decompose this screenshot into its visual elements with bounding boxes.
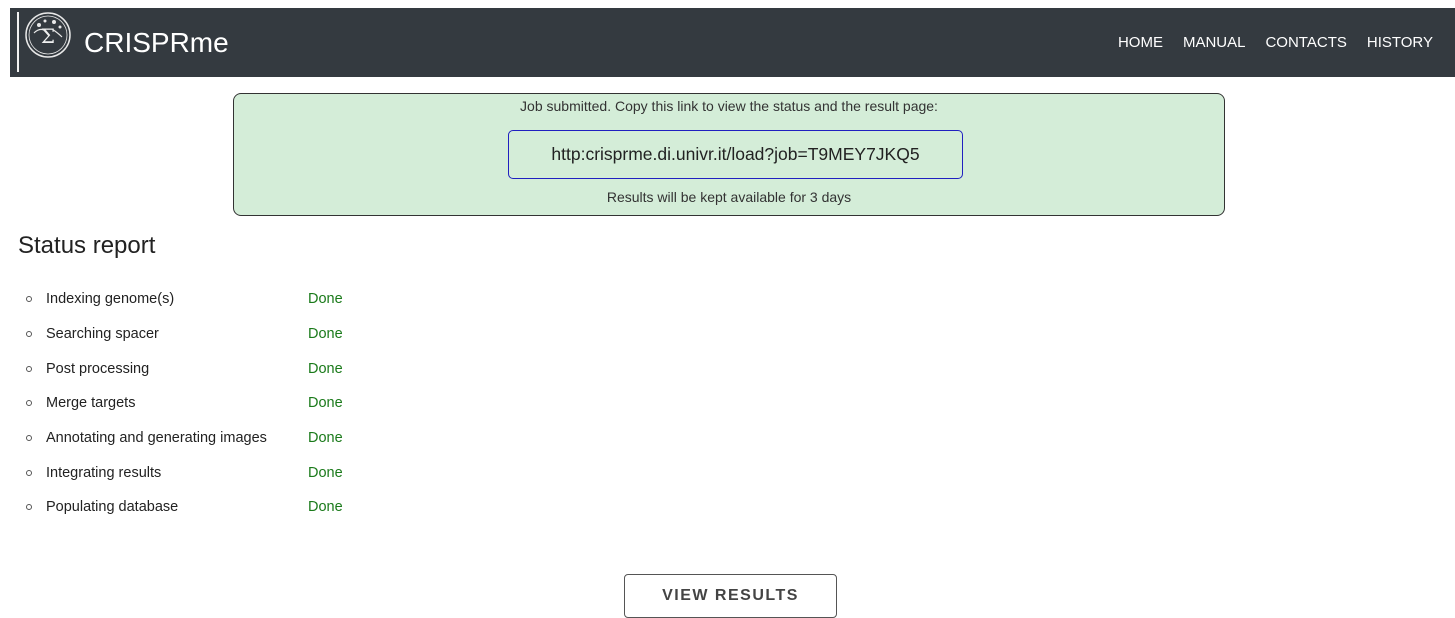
nav-home[interactable]: HOME bbox=[1118, 34, 1163, 51]
step-status: Done bbox=[308, 464, 343, 481]
navbar: Σ CRISPRme HOME MANUAL CONTACTS HISTORY bbox=[10, 8, 1455, 77]
bullet-icon bbox=[26, 435, 32, 442]
bullet-icon bbox=[26, 365, 32, 372]
job-submitted-text: Job submitted. Copy this link to view th… bbox=[520, 98, 938, 114]
bullet-icon bbox=[26, 504, 32, 511]
brand-title[interactable]: CRISPRme bbox=[84, 20, 229, 66]
step-status: Done bbox=[308, 395, 343, 412]
step-label: Indexing genome(s) bbox=[46, 291, 175, 308]
status-step-post-processing: Post processing Done bbox=[20, 351, 343, 386]
nav-contacts[interactable]: CONTACTS bbox=[1265, 34, 1346, 51]
step-label: Post processing bbox=[46, 360, 150, 377]
step-status: Done bbox=[308, 430, 343, 447]
status-step-annotating: Annotating and generating images Done bbox=[20, 421, 343, 456]
status-step-integrating: Integrating results Done bbox=[20, 455, 343, 490]
step-status: Done bbox=[308, 326, 343, 343]
status-report-title: Status report bbox=[18, 232, 156, 259]
nav-manual[interactable]: MANUAL bbox=[1183, 34, 1246, 51]
bullet-icon bbox=[26, 469, 32, 476]
status-list: Indexing genome(s) Done Searching spacer… bbox=[20, 282, 343, 525]
nav-history[interactable]: HISTORY bbox=[1367, 34, 1433, 51]
bullet-icon bbox=[26, 296, 32, 303]
status-step-searching: Searching spacer Done bbox=[20, 317, 343, 352]
job-link[interactable]: http:crisprme.di.univr.it/load?job=T9MEY… bbox=[508, 130, 963, 179]
status-step-populating: Populating database Done bbox=[20, 490, 343, 525]
step-label: Annotating and generating images bbox=[46, 430, 267, 447]
svg-text:Σ: Σ bbox=[41, 24, 55, 48]
step-status: Done bbox=[308, 499, 343, 516]
step-label: Integrating results bbox=[46, 464, 162, 481]
crisprme-logo-icon[interactable]: Σ bbox=[24, 11, 72, 59]
retention-text: Results will be kept available for 3 day… bbox=[606, 189, 852, 205]
step-label: Merge targets bbox=[46, 395, 136, 412]
job-submitted-panel: Job submitted. Copy this link to view th… bbox=[233, 93, 1225, 216]
nav-links: HOME MANUAL CONTACTS HISTORY bbox=[1098, 8, 1455, 77]
bullet-icon bbox=[26, 331, 32, 338]
step-label: Populating database bbox=[46, 499, 179, 516]
step-status: Done bbox=[308, 291, 343, 308]
status-step-merge: Merge targets Done bbox=[20, 386, 343, 421]
status-step-indexing: Indexing genome(s) Done bbox=[20, 282, 343, 317]
view-results-button[interactable]: VIEW RESULTS bbox=[624, 574, 837, 618]
logo-divider bbox=[17, 12, 19, 72]
bullet-icon bbox=[26, 400, 32, 407]
step-label: Searching spacer bbox=[46, 326, 159, 343]
step-status: Done bbox=[308, 360, 343, 377]
